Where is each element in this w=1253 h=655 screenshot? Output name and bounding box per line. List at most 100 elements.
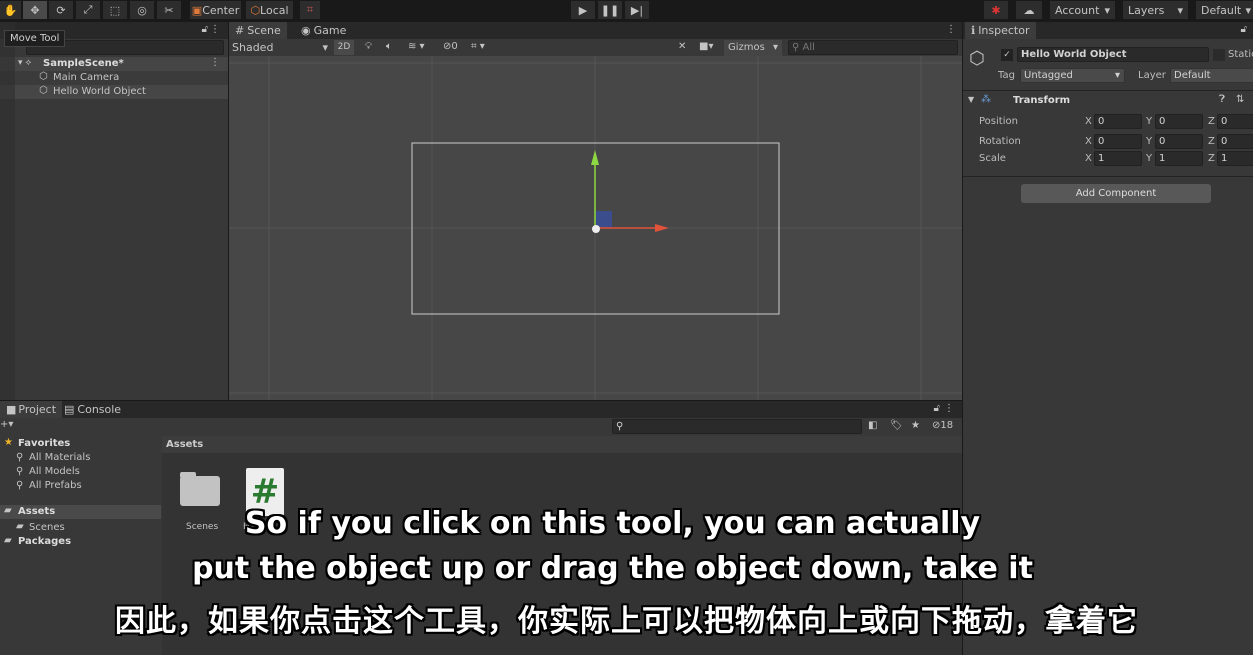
tree-item[interactable]: All Materials bbox=[29, 452, 90, 463]
add-component-button[interactable]: Add Component bbox=[1021, 184, 1211, 203]
shading-dropdown[interactable]: Shaded ▾ bbox=[232, 41, 328, 54]
layers-label: Layers bbox=[1128, 3, 1165, 17]
position-y-field[interactable]: 0 bbox=[1155, 114, 1203, 129]
tree-item[interactable]: All Prefabs bbox=[29, 480, 82, 491]
lighting-icon[interactable]: 💡︎ bbox=[365, 41, 372, 52]
gizmos-dropdown[interactable]: Gizmos ▾ bbox=[724, 40, 782, 56]
tab-inspector[interactable]: ℹ Inspector bbox=[965, 22, 1036, 39]
2d-toggle[interactable]: 2D bbox=[334, 40, 354, 55]
asset-folder-scenes[interactable] bbox=[180, 472, 222, 510]
rect-tool-button[interactable]: ⬚ bbox=[103, 1, 127, 19]
layer-dropdown[interactable]: Default bbox=[1170, 68, 1253, 83]
settings-icon[interactable]: ⇅ bbox=[1236, 94, 1244, 105]
scene-row[interactable]: ▾ ⟡ SampleScene* ⋮ bbox=[0, 57, 228, 71]
filter-label-icon[interactable]: 🏷︎ bbox=[890, 420, 903, 431]
menu-icon[interactable]: ⋮ bbox=[210, 24, 220, 35]
pivot-label: Center bbox=[202, 3, 240, 17]
hierarchy-item[interactable]: ⬡ Hello World Object bbox=[0, 85, 228, 99]
scene-name: SampleScene* bbox=[43, 58, 124, 69]
audio-icon[interactable]: 🔈︎ bbox=[386, 41, 392, 52]
transform-header[interactable]: ▼ ⁂ Transform ❓︎ ⇅ bbox=[963, 92, 1253, 110]
scale-y-field[interactable]: 1 bbox=[1155, 151, 1203, 166]
grid-icon[interactable]: ⌗ ▾ bbox=[471, 41, 485, 52]
lock-icon[interactable]: 🔓︎ bbox=[934, 403, 940, 414]
scale-x-field[interactable]: 1 bbox=[1094, 151, 1142, 166]
snap-button[interactable]: ⌗ bbox=[300, 1, 320, 19]
gizmos-label: Gizmos bbox=[728, 42, 765, 53]
search-icon: ⚲ bbox=[16, 480, 24, 491]
scale-tool-button[interactable]: ⤢ bbox=[76, 1, 100, 19]
tag-value: Untagged bbox=[1024, 70, 1073, 81]
menu-icon[interactable]: ⋮ bbox=[944, 403, 954, 414]
collab-icon[interactable]: ✱ bbox=[984, 1, 1008, 19]
object-name-field[interactable]: Hello World Object bbox=[1017, 47, 1209, 62]
rotation-x-field[interactable]: 0 bbox=[1094, 134, 1142, 149]
scene-viewport[interactable] bbox=[229, 56, 962, 400]
effects-icon[interactable]: ≋ ▾ bbox=[408, 41, 425, 52]
hierarchy-gutter bbox=[0, 22, 15, 400]
layout-dropdown[interactable]: Default ▾ bbox=[1196, 1, 1253, 19]
tree-item[interactable]: All Models bbox=[29, 466, 80, 477]
rotation-z-field[interactable]: 0 bbox=[1217, 134, 1253, 149]
cloud-icon[interactable]: ☁ bbox=[1016, 1, 1042, 19]
main-toolbar: ✋ ✥ ⟳ ⤢ ⬚ ◎ ✂ ▣ Center ⬡ Local ⌗ ▶ ❚❚ ▶| ✱… bbox=[0, 0, 1253, 20]
static-checkbox[interactable] bbox=[1213, 49, 1225, 61]
hidden-packages-toggle[interactable]: ⊘18 bbox=[932, 420, 953, 431]
lock-icon[interactable]: 🔓︎ bbox=[202, 24, 208, 35]
tree-favorites[interactable]: Favorites bbox=[18, 438, 70, 449]
rotate-tool-button[interactable]: ⟳ bbox=[49, 1, 73, 19]
menu-icon[interactable]: ⋮ bbox=[946, 24, 956, 35]
camera-icon[interactable]: ■▾ bbox=[699, 41, 713, 52]
search-icon: ⚲ bbox=[16, 452, 24, 463]
scale-z-field[interactable]: 1 bbox=[1217, 151, 1253, 166]
row-label: Position bbox=[979, 116, 1018, 127]
search-icon: ⚲ bbox=[16, 466, 24, 477]
hierarchy-panel: 🔓︎ ⋮ ▾ ⟡ SampleScene* ⋮ ⬡ Main Camera ⬡ Hel… bbox=[0, 22, 228, 400]
help-icon[interactable]: ❓︎ bbox=[1219, 94, 1225, 105]
move-tool-button[interactable]: ✥ bbox=[23, 1, 47, 19]
lock-icon[interactable]: 🔓︎ bbox=[1241, 24, 1247, 35]
pivot-center-button[interactable]: ▣ Center bbox=[190, 1, 241, 19]
favorite-icon[interactable]: ★ bbox=[911, 420, 920, 431]
custom-tool-button[interactable]: ✂ bbox=[157, 1, 181, 19]
subtitle-en-line2: put the object up or drag the object dow… bbox=[192, 551, 1033, 586]
tab-project[interactable]: ■ Project bbox=[0, 401, 63, 418]
hand-tool-button[interactable]: ✋ bbox=[0, 1, 21, 19]
scene-toolbar: Shaded ▾ 2D 💡︎ 🔈︎ ≋ ▾ ⊘0 ⌗ ▾ ✕ ■▾ Gizmos ▾… bbox=[229, 39, 962, 57]
layers-dropdown[interactable]: Layers ▾ bbox=[1123, 1, 1188, 19]
subtitle-zh: 因此，如果你点击这个工具，你实际上可以把物体向上或向下拖动，拿着它 bbox=[115, 604, 1138, 639]
play-button[interactable]: ▶ bbox=[571, 1, 595, 19]
folder-icon bbox=[180, 476, 220, 506]
rotation-y-field[interactable]: 0 bbox=[1155, 134, 1203, 149]
step-button[interactable]: ▶| bbox=[625, 1, 649, 19]
tab-game[interactable]: ◉ Game bbox=[295, 22, 352, 39]
layout-label: Default bbox=[1201, 3, 1242, 17]
tab-console[interactable]: ▤ Console bbox=[58, 401, 127, 418]
position-z-field[interactable]: 0 bbox=[1217, 114, 1253, 129]
hidden-objects-toggle[interactable]: ⊘0 bbox=[443, 41, 458, 52]
tag-dropdown[interactable]: Untagged ▾ bbox=[1020, 68, 1125, 83]
scene-search[interactable]: ⚲ All bbox=[788, 40, 958, 55]
create-button[interactable]: +▾ bbox=[0, 419, 13, 430]
hierarchy-item[interactable]: ⬡ Main Camera bbox=[0, 71, 228, 85]
layer-label: Layer bbox=[1138, 70, 1166, 81]
tab-scene[interactable]: # Scene bbox=[229, 22, 287, 39]
component-title: Transform bbox=[1013, 95, 1071, 106]
row-label: Rotation bbox=[979, 136, 1021, 147]
project-search[interactable]: ⚲ bbox=[612, 419, 862, 434]
camera-icon bbox=[592, 225, 600, 233]
subtitle-en-line1: So if you click on this tool, you can ac… bbox=[244, 506, 981, 541]
transform-tool-button[interactable]: ◎ bbox=[130, 1, 154, 19]
scene-menu-icon[interactable]: ⋮ bbox=[210, 57, 220, 68]
pivot-local-button[interactable]: ⬡ Local bbox=[246, 1, 293, 19]
move-tool-tooltip: Move Tool bbox=[4, 30, 66, 47]
tools-icon[interactable]: ✕ bbox=[678, 41, 686, 52]
pause-button[interactable]: ❚❚ bbox=[598, 1, 622, 19]
account-dropdown[interactable]: Account ▾ bbox=[1050, 1, 1115, 19]
xy-plane-handle[interactable] bbox=[596, 211, 612, 227]
filter-type-icon[interactable]: ◧ bbox=[868, 420, 877, 431]
position-x-field[interactable]: 0 bbox=[1094, 114, 1142, 129]
account-label: Account bbox=[1055, 3, 1100, 17]
gameobject-icon: ⬡ bbox=[39, 85, 48, 96]
active-checkbox[interactable]: ✓ bbox=[1001, 49, 1013, 61]
